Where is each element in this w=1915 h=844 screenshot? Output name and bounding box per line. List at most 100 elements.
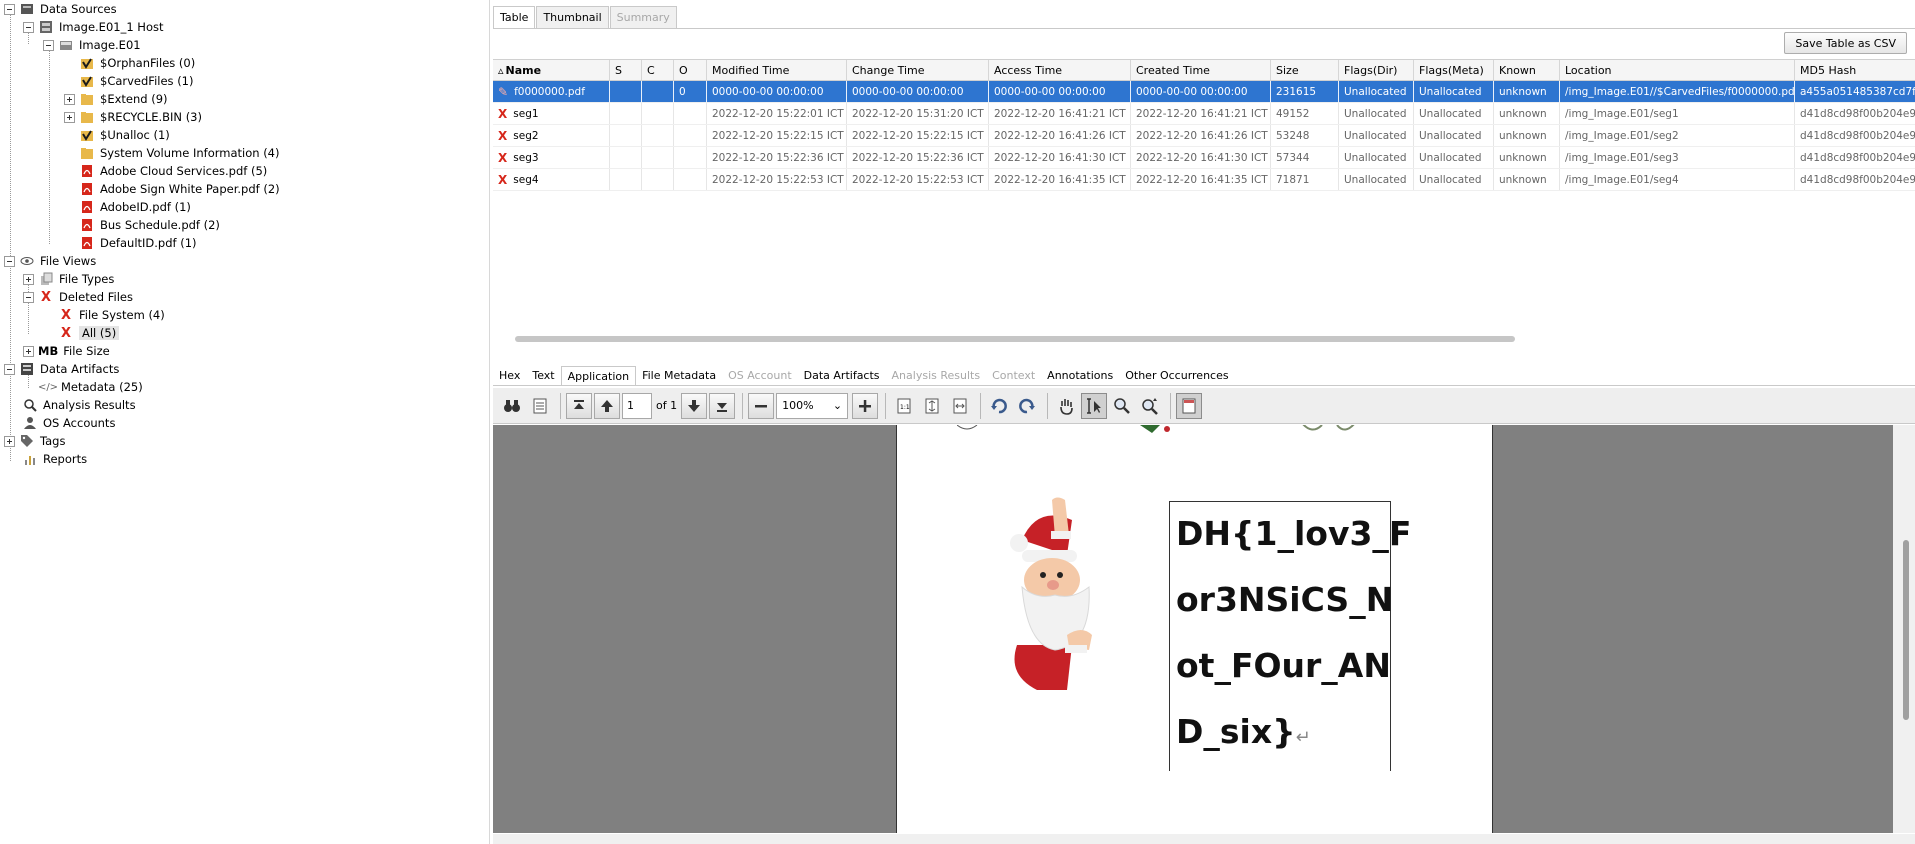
tree-item-orphanfiles[interactable]: $OrphanFiles (0) [64,54,195,72]
tree-item-data-artifacts[interactable]: Data Artifacts [4,360,119,378]
last-page-icon[interactable] [709,392,736,419]
tree-item-unalloc[interactable]: $Unalloc (1) [64,126,170,144]
dynamic-zoom-icon[interactable] [1137,393,1163,419]
column-header[interactable]: MD5 Hash [1795,60,1915,80]
table-row[interactable]: Xseg1 2022-12-20 15:22:01 ICT 2022-12-20 1… [493,103,1915,125]
tab-table[interactable]: Table [493,6,536,28]
save-table-csv-button[interactable]: Save Table as CSV [1784,32,1907,54]
tree-item-metadata[interactable]: </> Metadata (25) [38,378,143,396]
column-header[interactable]: Flags(Dir) [1339,60,1414,80]
zoom-out-icon[interactable] [748,392,775,419]
tab-hex[interactable]: Hex [493,366,526,385]
tree-item-pdf[interactable]: Adobe Sign White Paper.pdf (2) [64,180,280,198]
actual-size-icon[interactable]: 1:1 [891,393,917,419]
tree-item-tags[interactable]: Tags [4,432,65,450]
column-header[interactable]: Created Time [1131,60,1271,80]
page-number-input[interactable] [622,392,652,419]
column-header[interactable]: Modified Time [707,60,847,80]
expand-toggle[interactable] [23,273,34,285]
collapse-toggle[interactable] [4,3,15,15]
collapse-toggle[interactable] [4,363,15,375]
table-row[interactable]: ✎ f0000000.pdf 0 0000-00-00 00:00:00 0000-00… [493,81,1915,103]
table-cell [642,103,674,124]
hand-tool-icon[interactable] [1053,393,1079,419]
tab-file-metadata[interactable]: File Metadata [636,366,722,385]
tab-summary[interactable]: Summary [609,6,677,28]
table-cell: Unallocated [1339,147,1414,168]
column-header[interactable]: ▵ Name [493,60,610,80]
table-row[interactable]: Xseg3 2022-12-20 15:22:36 ICT 2022-12-20 1… [493,147,1915,169]
tab-os-account[interactable]: OS Account [722,366,798,385]
host-icon [38,19,54,35]
expand-toggle[interactable] [4,435,15,447]
tree-item-system-volume-information[interactable]: System Volume Information (4) [64,144,279,162]
tree-item-carvedfiles[interactable]: $CarvedFiles (1) [64,72,193,90]
collapse-toggle[interactable] [43,39,54,51]
text-select-icon[interactable] [1081,392,1108,419]
cell-text: d41d8cd98f00b204e980 [1800,151,1915,164]
pdf-viewer[interactable]: DH{1_lov3_F or3NSiCS_N ot_FOur_AN D_six}… [493,425,1893,833]
collapse-toggle[interactable] [23,291,34,303]
horizontal-scrollbar[interactable] [515,336,1515,342]
column-header[interactable]: O [674,60,707,80]
column-header[interactable]: Location [1560,60,1795,80]
tree-item-all[interactable]: X All (5) [43,324,120,342]
column-header[interactable]: S [610,60,642,80]
column-header[interactable]: Change Time [847,60,989,80]
first-page-icon[interactable] [566,392,592,419]
collapse-toggle[interactable] [23,21,34,33]
tree-item-file-types[interactable]: File Types [23,270,114,288]
tab-text[interactable]: Text [526,366,560,385]
tree-item-deleted-files[interactable]: X Deleted Files [23,288,133,306]
tab-context[interactable]: Context [986,366,1041,385]
table-row[interactable]: Xseg4 2022-12-20 15:22:53 ICT 2022-12-20 1… [493,169,1915,191]
tree-item-file-size[interactable]: MB File Size [23,342,110,360]
vertical-scrollbar-thumb[interactable] [1903,540,1909,720]
tree-item-extend[interactable]: $Extend (9) [64,90,168,108]
tab-annotations[interactable]: Annotations [1041,366,1119,385]
svg-text:1:1: 1:1 [900,404,910,411]
zoom-in-icon[interactable] [852,392,879,419]
tab-application[interactable]: Application [560,366,637,385]
column-header[interactable]: Flags(Meta) [1414,60,1494,80]
expand-toggle[interactable] [23,345,34,357]
column-header[interactable]: Size [1271,60,1339,80]
fit-width-icon[interactable] [947,393,973,419]
tree-item-pdf[interactable]: Bus Schedule.pdf (2) [64,216,220,234]
table-cell: d41d8cd98f00b204e980 [1795,125,1915,146]
zoom-select[interactable]: 100% ⌄ [776,392,849,419]
table-row[interactable]: Xseg2 2022-12-20 15:22:15 ICT 2022-12-20 1… [493,125,1915,147]
table-cell: d41d8cd98f00b204e980 [1795,103,1915,124]
tree-item-file-system[interactable]: X File System (4) [43,306,165,324]
tree-item-recycle-bin[interactable]: $RECYCLE.BIN (3) [64,108,202,126]
fit-page-icon[interactable] [919,393,945,419]
tree-item-host[interactable]: Image.E01_1 Host [23,18,163,36]
column-header[interactable]: Known [1494,60,1560,80]
tab-data-artifacts[interactable]: Data Artifacts [798,366,886,385]
next-page-icon[interactable] [681,392,708,419]
tree-item-pdf[interactable]: AdobeID.pdf (1) [64,198,191,216]
tree-item-image[interactable]: Image.E01 [43,36,141,54]
sidebar-toggle-icon[interactable] [1176,392,1203,419]
tree-item-reports[interactable]: Reports [22,450,87,468]
tab-analysis-results[interactable]: Analysis Results [886,366,987,385]
tab-thumbnail[interactable]: Thumbnail [536,6,609,28]
column-header[interactable]: Access Time [989,60,1131,80]
tree-item-pdf[interactable]: Adobe Cloud Services.pdf (5) [64,162,267,180]
tab-other-occurrences[interactable]: Other Occurrences [1119,366,1234,385]
column-header[interactable]: C [642,60,674,80]
tree-item-analysis-results[interactable]: Analysis Results [22,396,136,414]
expand-toggle[interactable] [64,93,75,105]
tree-item-os-accounts[interactable]: OS Accounts [22,414,115,432]
tree-item-data-sources[interactable]: Data Sources [4,0,117,18]
previous-page-icon[interactable] [594,392,620,419]
rotate-left-icon[interactable] [986,393,1012,419]
page-layout-icon[interactable] [527,393,553,419]
expand-toggle[interactable] [64,111,75,123]
tree-item-pdf[interactable]: DefaultID.pdf (1) [64,234,197,252]
zoom-area-icon[interactable] [1109,393,1135,419]
collapse-toggle[interactable] [4,255,15,267]
tree-item-file-views[interactable]: File Views [4,252,96,270]
rotate-right-icon[interactable] [1014,393,1040,419]
binoculars-icon[interactable] [499,393,525,419]
